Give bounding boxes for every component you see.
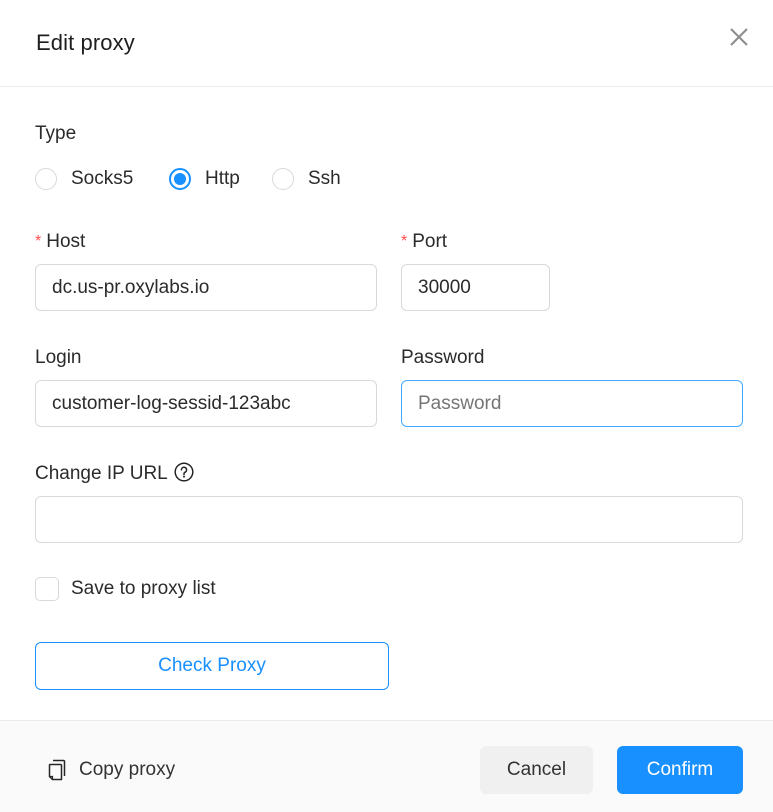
change-ip-url-label: Change IP URL [35, 462, 194, 485]
dialog-title: Edit proxy [36, 30, 135, 55]
radio-label: Http [205, 168, 240, 189]
radio-label: Socks5 [71, 168, 134, 189]
password-label: Password [401, 347, 485, 368]
radio-circle-checked[interactable] [169, 168, 191, 190]
port-label-text: Port [412, 231, 448, 252]
radio-circle[interactable] [272, 168, 294, 190]
close-button[interactable] [726, 24, 752, 50]
login-input[interactable] [35, 380, 377, 427]
dialog-header: Edit proxy [0, 0, 773, 87]
type-label: Type [35, 123, 77, 144]
host-label: * Host [35, 231, 85, 253]
question-circle-icon[interactable] [174, 462, 194, 482]
radio-label: Ssh [308, 168, 341, 189]
password-input[interactable] [401, 380, 743, 427]
login-label: Login [35, 347, 82, 368]
confirm-button[interactable]: Confirm [617, 746, 743, 794]
save-to-proxy-list-checkbox[interactable]: Save to proxy list [35, 577, 216, 601]
copy-proxy-button[interactable]: Copy proxy [48, 759, 175, 781]
edit-proxy-dialog: Edit proxy Type Socks5 Http Ssh *Host *P… [0, 0, 773, 812]
radio-http[interactable]: Http [169, 166, 240, 192]
check-proxy-button[interactable]: Check Proxy [35, 642, 389, 690]
port-input[interactable] [401, 264, 550, 311]
change-ip-url-label-text: Change IP URL [35, 463, 168, 484]
checkbox-box[interactable] [35, 577, 59, 601]
port-label: * Port [401, 231, 447, 253]
required-mark: * [35, 233, 42, 250]
host-label-text: Host [46, 231, 86, 252]
close-icon [730, 28, 748, 46]
radio-ssh[interactable]: Ssh [272, 166, 341, 192]
checkbox-label: Save to proxy list [71, 578, 216, 599]
cancel-button[interactable]: Cancel [480, 746, 593, 794]
required-mark: * [401, 233, 408, 250]
radio-circle[interactable] [35, 168, 57, 190]
host-input[interactable] [35, 264, 377, 311]
dialog-footer: Copy proxy Cancel Confirm [0, 720, 773, 812]
copy-proxy-label: Copy proxy [79, 759, 176, 780]
change-ip-url-input[interactable] [35, 496, 743, 543]
copy-icon [48, 759, 66, 781]
radio-socks5[interactable]: Socks5 [35, 166, 133, 192]
